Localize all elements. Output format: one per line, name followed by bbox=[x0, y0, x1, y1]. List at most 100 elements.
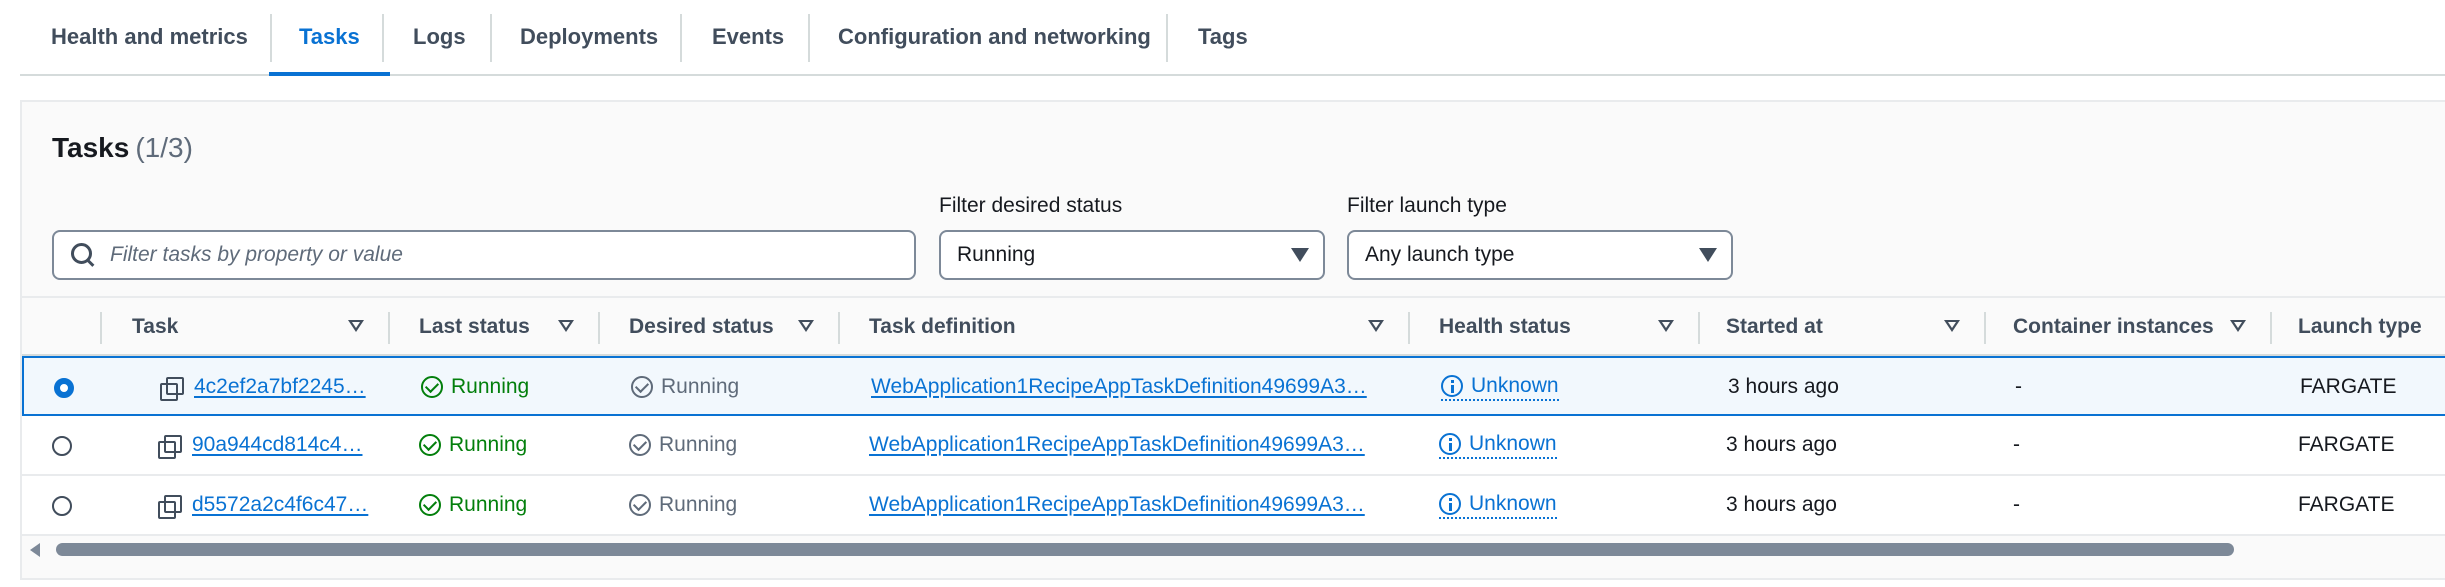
check-circle-icon bbox=[631, 376, 653, 398]
scroll-left-arrow-icon[interactable] bbox=[30, 543, 40, 557]
copy-icon[interactable] bbox=[158, 495, 182, 519]
check-circle-icon bbox=[419, 494, 441, 516]
sort-down-icon[interactable] bbox=[2230, 320, 2246, 332]
tab-tasks[interactable]: Tasks bbox=[269, 0, 390, 76]
check-circle-icon bbox=[629, 434, 651, 456]
tasks-table: Task Last status Desired status Task def… bbox=[22, 296, 2445, 536]
column-header-desired-status[interactable]: Desired status bbox=[629, 298, 774, 356]
scrollbar-thumb[interactable] bbox=[56, 543, 2234, 556]
column-header-launch-type[interactable]: Launch type bbox=[2298, 298, 2422, 356]
health-status-text: Unknown bbox=[1469, 432, 1557, 455]
health-status[interactable]: Unknown bbox=[1441, 373, 1559, 401]
search-box[interactable] bbox=[52, 230, 916, 280]
health-status[interactable]: Unknown bbox=[1439, 491, 1557, 519]
check-circle-icon bbox=[419, 434, 441, 456]
last-status: Running bbox=[421, 375, 529, 399]
desired-status-text: Running bbox=[661, 375, 740, 398]
filter-launch-type-value: Any launch type bbox=[1365, 243, 1515, 266]
caret-down-icon bbox=[1699, 248, 1717, 262]
sort-down-icon[interactable] bbox=[1368, 320, 1384, 332]
sort-down-icon[interactable] bbox=[558, 320, 574, 332]
desired-status-text: Running bbox=[659, 433, 738, 456]
column-divider bbox=[2270, 312, 2272, 344]
column-divider bbox=[100, 312, 102, 344]
column-header-started-at[interactable]: Started at bbox=[1726, 298, 1823, 356]
started-at: 3 hours ago bbox=[1728, 375, 1839, 398]
launch-type: FARGATE bbox=[2298, 493, 2395, 516]
search-input[interactable] bbox=[110, 243, 890, 267]
started-at: 3 hours ago bbox=[1726, 493, 1837, 516]
tab-divider bbox=[382, 14, 384, 62]
column-divider bbox=[838, 312, 840, 344]
column-divider bbox=[1698, 312, 1700, 344]
info-icon bbox=[1439, 493, 1461, 515]
desired-status: Running bbox=[629, 493, 737, 517]
tab-health-and-metrics[interactable]: Health and metrics bbox=[51, 0, 248, 74]
table-row[interactable]: d5572a2c4f6c47… Running Running WebAppli… bbox=[22, 476, 2445, 536]
sort-down-icon[interactable] bbox=[1658, 320, 1674, 332]
column-divider bbox=[598, 312, 600, 344]
row-select-radio[interactable] bbox=[54, 378, 74, 398]
health-status-text: Unknown bbox=[1469, 492, 1557, 515]
column-header-task[interactable]: Task bbox=[132, 298, 178, 356]
tab-tags[interactable]: Tags bbox=[1198, 0, 1248, 74]
sort-down-icon[interactable] bbox=[1944, 320, 1960, 332]
table-row[interactable]: 90a944cd814c4… Running Running WebApplic… bbox=[22, 416, 2445, 476]
last-status-text: Running bbox=[449, 493, 528, 516]
column-divider bbox=[388, 312, 390, 344]
column-divider bbox=[1408, 312, 1410, 344]
tab-divider bbox=[1166, 14, 1168, 62]
health-status-text: Unknown bbox=[1471, 374, 1559, 397]
caret-down-icon bbox=[1291, 248, 1309, 262]
filter-desired-status-label: Filter desired status bbox=[939, 194, 1123, 217]
check-circle-icon bbox=[629, 494, 651, 516]
last-status: Running bbox=[419, 493, 527, 517]
row-select-radio[interactable] bbox=[52, 496, 72, 516]
tab-configuration-and-networking[interactable]: Configuration and networking bbox=[838, 0, 1151, 74]
desired-status-text: Running bbox=[659, 493, 738, 516]
desired-status: Running bbox=[629, 433, 737, 457]
desired-status: Running bbox=[631, 375, 739, 399]
launch-type: FARGATE bbox=[2300, 375, 2397, 398]
info-icon bbox=[1441, 375, 1463, 397]
table-header: Task Last status Desired status Task def… bbox=[22, 296, 2445, 356]
filter-launch-type-select[interactable]: Any launch type bbox=[1347, 230, 1733, 280]
task-definition-link[interactable]: WebApplication1RecipeAppTaskDefinition49… bbox=[869, 493, 1365, 517]
copy-icon[interactable] bbox=[160, 377, 184, 401]
horizontal-scrollbar[interactable] bbox=[22, 538, 2445, 560]
sort-down-icon[interactable] bbox=[348, 320, 364, 332]
task-definition-link[interactable]: WebApplication1RecipeAppTaskDefinition49… bbox=[871, 375, 1367, 399]
tab-events[interactable]: Events bbox=[712, 0, 784, 74]
tab-divider bbox=[270, 14, 272, 62]
tab-divider bbox=[808, 14, 810, 62]
started-at: 3 hours ago bbox=[1726, 433, 1837, 456]
row-select-radio[interactable] bbox=[52, 436, 72, 456]
column-divider bbox=[1984, 312, 1986, 344]
filter-desired-status-value: Running bbox=[957, 243, 1036, 266]
sort-down-icon[interactable] bbox=[798, 320, 814, 332]
task-id-link[interactable]: 4c2ef2a7bf2245… bbox=[194, 375, 366, 399]
filter-desired-status-select[interactable]: Running bbox=[939, 230, 1325, 280]
tab-divider bbox=[680, 14, 682, 62]
column-header-container-instances[interactable]: Container instances bbox=[2013, 298, 2214, 356]
tab-deployments[interactable]: Deployments bbox=[520, 0, 658, 74]
task-count: (1/3) bbox=[135, 132, 193, 163]
tab-divider bbox=[490, 14, 492, 62]
column-header-task-definition[interactable]: Task definition bbox=[869, 298, 1016, 356]
task-definition-link[interactable]: WebApplication1RecipeAppTaskDefinition49… bbox=[869, 433, 1365, 457]
table-row[interactable]: 4c2ef2a7bf2245… Running Running WebAppli… bbox=[22, 356, 2445, 416]
column-header-last-status[interactable]: Last status bbox=[419, 298, 530, 356]
check-circle-icon bbox=[421, 376, 443, 398]
column-header-health-status[interactable]: Health status bbox=[1439, 298, 1571, 356]
health-status[interactable]: Unknown bbox=[1439, 431, 1557, 459]
last-status: Running bbox=[419, 433, 527, 457]
tab-logs[interactable]: Logs bbox=[413, 0, 466, 74]
copy-icon[interactable] bbox=[158, 435, 182, 459]
panel-title-text: Tasks bbox=[52, 132, 130, 163]
panel-title: Tasks (1/3) bbox=[52, 132, 193, 164]
task-id-link[interactable]: 90a944cd814c4… bbox=[192, 433, 362, 457]
task-id-link[interactable]: d5572a2c4f6c47… bbox=[192, 493, 368, 517]
last-status-text: Running bbox=[449, 433, 528, 456]
tasks-panel: Tasks(1/3) Filter desired status Running… bbox=[20, 100, 2445, 580]
container-instances: - bbox=[2015, 375, 2022, 398]
